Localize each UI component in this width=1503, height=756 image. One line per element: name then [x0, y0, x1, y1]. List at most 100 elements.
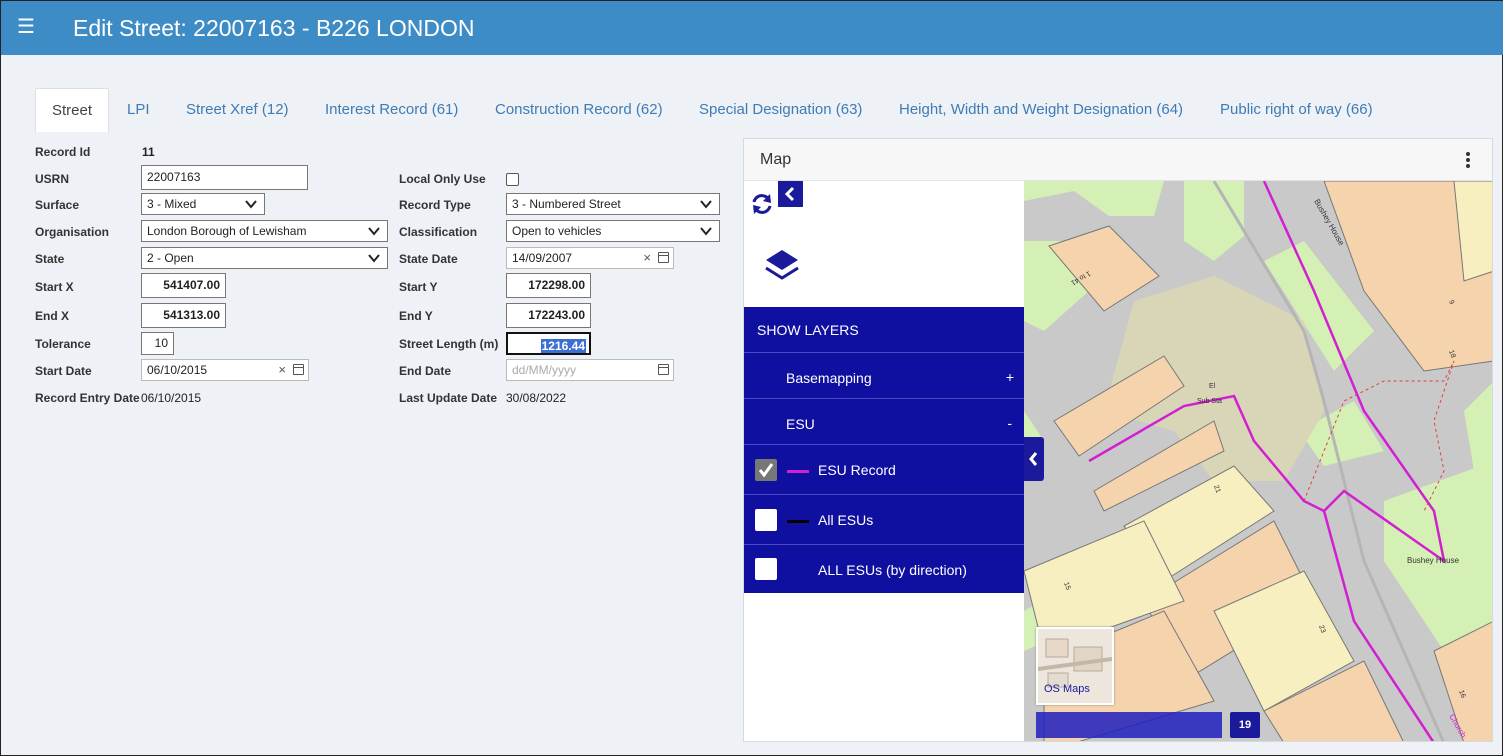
all-esus-layer[interactable]: All ESUs — [744, 495, 1024, 545]
street-length-label: Street Length (m) — [399, 337, 499, 351]
end-y-label: End Y — [399, 309, 433, 323]
start-y-label: Start Y — [399, 280, 438, 294]
tab-street-xref[interactable]: Street Xref (12) — [186, 88, 289, 132]
chevron-down-icon — [700, 227, 712, 236]
esu-record-swatch — [787, 470, 809, 473]
tab-street[interactable]: Street — [35, 88, 110, 132]
map-label-sub-sta: Sub Sta — [1197, 398, 1222, 405]
record-type-select[interactable]: 3 - Numbered Street — [506, 193, 720, 215]
last-update-date-value: 30/08/2022 — [506, 391, 567, 405]
all-esus-direction-label: ALL ESUs (by direction) — [818, 562, 967, 578]
record-entry-date-value: 06/10/2015 — [141, 391, 202, 405]
classification-label: Classification — [399, 225, 478, 239]
clear-icon[interactable]: × — [643, 248, 651, 268]
classification-select[interactable]: Open to vehicles — [506, 220, 720, 242]
map-panel: Map Bushey House Bushey House Sub Sta El… — [743, 138, 1493, 742]
map-header: Map — [744, 139, 1492, 181]
end-y-input[interactable]: 172243.00 — [506, 303, 591, 328]
state-select[interactable]: 2 - Open — [141, 247, 388, 269]
classification-select-value: Open to vehicles — [512, 224, 602, 238]
show-layers-label: SHOW LAYERS — [757, 322, 859, 338]
esu-row[interactable]: ESU - — [744, 399, 1024, 445]
record-type-label: Record Type — [399, 198, 471, 212]
calendar-icon[interactable] — [658, 252, 669, 263]
esu-record-layer[interactable]: ESU Record — [744, 445, 1024, 495]
clear-icon[interactable]: × — [278, 360, 286, 380]
basemapping-label: Basemapping — [786, 370, 872, 386]
esu-label: ESU — [786, 416, 815, 432]
last-update-date-label: Last Update Date — [399, 391, 498, 405]
panel-toggle-button[interactable] — [1024, 437, 1044, 481]
start-date-value: 06/10/2015 — [147, 363, 208, 377]
all-esus-direction-checkbox[interactable] — [755, 558, 777, 580]
chevron-down-icon — [245, 200, 257, 209]
state-date-value: 14/09/2007 — [512, 251, 573, 265]
end-date-label: End Date — [399, 364, 452, 378]
end-x-label: End X — [35, 309, 70, 323]
map-label-bushey-house-road: Bushey House — [1407, 556, 1460, 565]
tab-lpi[interactable]: LPI — [127, 88, 150, 132]
page-title: Edit Street: 22007163 - B226 LONDON — [73, 15, 475, 41]
tab-interest-record[interactable]: Interest Record (61) — [325, 88, 458, 132]
show-layers-header: SHOW LAYERS — [744, 307, 1024, 353]
calendar-icon[interactable] — [293, 364, 304, 375]
chevron-down-icon — [700, 200, 712, 209]
end-x-input[interactable]: 541313.00 — [141, 303, 226, 328]
refresh-icon — [752, 194, 772, 214]
basemap-label: OS Maps — [1044, 683, 1090, 695]
tab-height-width-weight[interactable]: Height, Width and Weight Designation (64… — [899, 88, 1183, 132]
surface-label: Surface — [35, 198, 80, 212]
local-only-use-checkbox[interactable] — [506, 173, 519, 186]
usrn-input[interactable]: 22007163 — [141, 165, 308, 190]
basemap-switcher[interactable]: OS Maps — [1036, 627, 1114, 705]
map-label-el: El — [1209, 383, 1216, 390]
collapse-icon[interactable]: - — [1007, 415, 1012, 431]
start-date-input[interactable]: 06/10/2015 × — [141, 359, 309, 381]
surface-select[interactable]: 3 - Mixed — [141, 193, 265, 215]
surface-select-value: 3 - Mixed — [147, 197, 197, 211]
tab-construction-record[interactable]: Construction Record (62) — [495, 88, 663, 132]
start-x-input[interactable]: 541407.00 — [141, 273, 226, 298]
layer-panel: SHOW LAYERS Basemapping + ESU - ESU Reco… — [744, 181, 1024, 741]
state-date-input[interactable]: 14/09/2007 × — [506, 247, 674, 269]
start-x-label: Start X — [35, 280, 74, 294]
street-length-input[interactable]: 1216.44 — [506, 332, 591, 355]
start-y-input[interactable]: 172298.00 — [506, 273, 591, 298]
chevron-left-icon — [1029, 452, 1038, 466]
app-header: ☰ Edit Street: 22007163 - B226 LONDON — [1, 1, 1503, 55]
collapse-panel-button[interactable] — [778, 181, 803, 207]
esu-record-label: ESU Record — [818, 462, 896, 478]
tolerance-input[interactable]: 10 — [141, 332, 174, 355]
state-select-value: 2 - Open — [147, 251, 194, 265]
record-id-value: 11 — [142, 145, 155, 159]
scale-bar — [1036, 712, 1222, 738]
state-date-label: State Date — [399, 252, 458, 266]
tab-public-right-of-way[interactable]: Public right of way (66) — [1220, 88, 1373, 132]
tolerance-label: Tolerance — [35, 337, 91, 351]
refresh-button[interactable] — [744, 181, 780, 229]
usrn-label: USRN — [35, 172, 70, 186]
chevron-down-icon — [368, 254, 380, 263]
organisation-select[interactable]: London Borough of Lewisham — [141, 220, 388, 242]
all-esus-label: All ESUs — [818, 512, 874, 528]
record-type-select-value: 3 - Numbered Street — [512, 197, 621, 211]
tab-special-designation[interactable]: Special Designation (63) — [699, 88, 862, 132]
basemapping-row[interactable]: Basemapping + — [744, 353, 1024, 399]
street-length-value: 1216.44 — [540, 339, 586, 353]
tab-bar: Street LPI Street Xref (12) Interest Rec… — [35, 88, 1502, 132]
end-date-input[interactable]: dd/MM/yyyy — [506, 359, 674, 381]
more-options-icon[interactable] — [1466, 152, 1470, 168]
start-date-label: Start Date — [35, 364, 92, 378]
layers-header — [744, 229, 1024, 307]
chevron-down-icon — [368, 227, 380, 236]
esu-record-checkbox[interactable] — [755, 459, 777, 481]
expand-icon[interactable]: + — [1006, 369, 1014, 385]
all-esus-checkbox[interactable] — [755, 509, 777, 531]
hamburger-menu-icon[interactable]: ☰ — [17, 15, 35, 39]
all-esus-direction-layer[interactable]: ALL ESUs (by direction) — [744, 545, 1024, 593]
calendar-icon[interactable] — [658, 364, 669, 375]
organisation-label: Organisation — [35, 225, 110, 239]
layers-icon[interactable] — [762, 246, 802, 286]
zoom-level-badge: 19 — [1230, 712, 1260, 738]
checkmark-icon — [758, 463, 774, 478]
